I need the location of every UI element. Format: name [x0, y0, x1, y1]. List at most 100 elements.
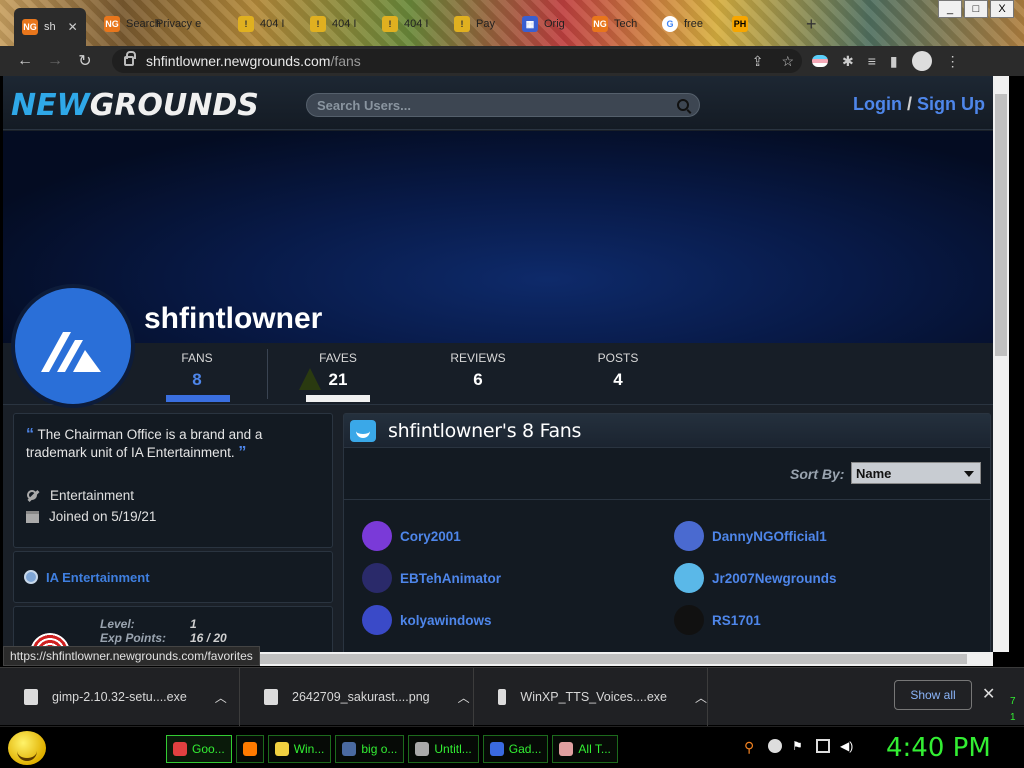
- taskbar-window[interactable]: big o...: [335, 735, 405, 763]
- lock-icon: [124, 51, 136, 66]
- profile-avatar-icon[interactable]: [911, 51, 932, 71]
- stat-reviews[interactable]: REVIEWS 6: [448, 351, 508, 390]
- image-file-icon: [264, 689, 278, 705]
- signup-link[interactable]: Sign Up: [917, 94, 985, 114]
- fans-panel-header: shfintlowner's 8 Fans: [344, 414, 990, 448]
- warning-favicon-icon: !: [238, 16, 254, 32]
- reading-list-icon[interactable]: ≡: [868, 53, 876, 69]
- minimize-button[interactable]: _: [938, 0, 962, 18]
- start-button-smiley-icon[interactable]: [8, 731, 46, 765]
- desktop-strip: [1009, 76, 1024, 666]
- status-bar-url: https://shfintlowner.newgrounds.com/favo…: [3, 646, 260, 666]
- fan-avatar: [674, 563, 704, 593]
- bookmark-star-icon[interactable]: ☆: [781, 53, 794, 70]
- taskbar-buttons: Goo... Win... big o... Untitl... Gad... …: [166, 735, 618, 763]
- tab-404-b[interactable]: ! 404 I: [302, 10, 364, 38]
- volume-tray-icon[interactable]: ◀): [840, 739, 854, 753]
- affiliation-link[interactable]: IA Entertainment: [46, 570, 150, 585]
- close-window-button[interactable]: X: [990, 0, 1014, 18]
- taskbar-firefox[interactable]: [235, 735, 264, 763]
- vertical-scrollbar[interactable]: [993, 76, 1009, 652]
- chevron-down-icon: [964, 471, 974, 477]
- download-file-icon: [24, 689, 38, 705]
- user-search-input[interactable]: [317, 97, 677, 113]
- sort-select[interactable]: Name: [851, 462, 981, 484]
- browser-toolbar: ← → ↻ shfintlowner.newgrounds.com/fans ⇪…: [0, 46, 1024, 76]
- chevron-up-icon[interactable]: ︿: [695, 689, 707, 706]
- warning-favicon-icon: !: [454, 16, 470, 32]
- show-all-downloads-button[interactable]: Show all: [894, 680, 972, 710]
- back-arrow-icon[interactable]: ←: [10, 46, 40, 76]
- chevron-up-icon[interactable]: ︿: [458, 689, 470, 706]
- profile-avatar[interactable]: [11, 284, 135, 408]
- tab-close-icon[interactable]: ✕: [68, 20, 78, 34]
- fan-item[interactable]: kolyawindows: [362, 605, 492, 635]
- fans-active-indicator: [166, 395, 230, 402]
- globe-icon: [24, 570, 38, 584]
- flag-extension-icon[interactable]: [812, 55, 828, 67]
- tab-pay[interactable]: ! Pay: [446, 10, 503, 38]
- fans-panel-title: shfintlowner's 8 Fans: [388, 419, 582, 442]
- tab-tech[interactable]: NG Tech: [584, 10, 645, 38]
- fans-smile-icon: [350, 419, 376, 442]
- affiliation-box: IA Entertainment: [13, 551, 333, 603]
- search-tray-icon[interactable]: ⚲: [744, 739, 758, 755]
- taskbar-gadgets[interactable]: Gad...: [482, 735, 549, 763]
- downloads-bar: gimp-2.10.32-setu....exe ︿ 2642709_sakur…: [0, 667, 1024, 726]
- network-tray-icon[interactable]: [816, 739, 830, 753]
- stat-fans[interactable]: FANS 8: [175, 351, 219, 390]
- bio-text: “ The Chairman Office is a brand and a t…: [26, 426, 263, 461]
- fans-panel: shfintlowner's 8 Fans Sort By: Name Cory…: [343, 413, 991, 652]
- system-tray: ⚲ ⚑ ◀): [744, 739, 854, 755]
- fan-item[interactable]: Jr2007Newgrounds: [674, 563, 837, 593]
- newgrounds-favicon-icon: NG: [592, 16, 608, 32]
- tab-ph[interactable]: PH: [724, 10, 756, 38]
- close-downloads-icon[interactable]: ✕: [982, 684, 995, 704]
- side-panel-icon[interactable]: ▮: [890, 53, 898, 70]
- fan-item[interactable]: DannyNGOfficial1: [674, 521, 827, 551]
- user-search-box: [306, 93, 700, 117]
- site-header: NEWGROUNDS Login / Sign Up: [3, 76, 993, 130]
- calendar-icon: [26, 510, 39, 523]
- search-icon[interactable]: [677, 99, 689, 111]
- tab-privacy[interactable]: Privacy e: [148, 10, 209, 38]
- download-item[interactable]: 2642709_sakurast....png ︿: [240, 668, 474, 726]
- taskbar-chrome[interactable]: Goo...: [166, 735, 232, 763]
- tab-404-a[interactable]: ! 404 I: [230, 10, 292, 38]
- puzzle-extension-icon[interactable]: ✱: [842, 53, 854, 70]
- login-link[interactable]: Login: [853, 94, 902, 114]
- firefox-icon: [242, 742, 257, 756]
- flag-tray-icon[interactable]: ⚑: [792, 739, 806, 753]
- reload-icon[interactable]: ↻: [70, 46, 100, 76]
- taskbar-clock[interactable]: 4:40 PM: [886, 733, 991, 763]
- profile-stats-bar: FANS 8 FAVES 21 REVIEWS 6 POSTS 4: [3, 343, 993, 405]
- new-tab-button[interactable]: +: [806, 14, 817, 35]
- share-icon[interactable]: ⇪: [752, 53, 764, 70]
- fan-item[interactable]: Cory2001: [362, 521, 461, 551]
- stat-posts[interactable]: POSTS 4: [593, 351, 643, 390]
- download-item[interactable]: WinXP_TTS_Voices....exe ︿: [474, 668, 708, 726]
- chevron-up-icon[interactable]: ︿: [215, 689, 227, 706]
- tab-orig[interactable]: ▦ Orig: [514, 10, 573, 38]
- status-tray-icon[interactable]: [768, 739, 782, 753]
- newgrounds-logo[interactable]: NEWGROUNDS: [11, 88, 259, 123]
- taskbar-alltasks[interactable]: All T...: [552, 735, 618, 763]
- taskbar-paint[interactable]: Untitl...: [408, 735, 479, 763]
- vertical-scroll-thumb[interactable]: [995, 94, 1007, 356]
- newgrounds-favicon-icon: NG: [104, 16, 120, 32]
- maximize-button[interactable]: □: [964, 0, 988, 18]
- tab-404-c[interactable]: ! 404 I: [374, 10, 436, 38]
- bio-box: “ The Chairman Office is a brand and a t…: [13, 413, 333, 548]
- taskbar-folder[interactable]: Win...: [267, 735, 332, 763]
- tab-google[interactable]: Gfree: [654, 10, 711, 38]
- fan-item[interactable]: RS1701: [674, 605, 761, 635]
- page-viewport: NEWGROUNDS Login / Sign Up FANS 8 FAVES …: [3, 76, 993, 652]
- address-bar[interactable]: shfintlowner.newgrounds.com/fans ⇪ ☆: [112, 49, 802, 73]
- fan-avatar: [674, 521, 704, 551]
- fan-item[interactable]: EBTehAnimator: [362, 563, 501, 593]
- tab-active[interactable]: NG sh ✕: [14, 8, 86, 46]
- download-item[interactable]: gimp-2.10.32-setu....exe ︿: [0, 668, 240, 726]
- menu-kebab-icon[interactable]: ⋮: [946, 53, 960, 70]
- url-host: shfintlowner.newgrounds.com: [146, 53, 331, 69]
- forward-arrow-icon[interactable]: →: [40, 46, 70, 76]
